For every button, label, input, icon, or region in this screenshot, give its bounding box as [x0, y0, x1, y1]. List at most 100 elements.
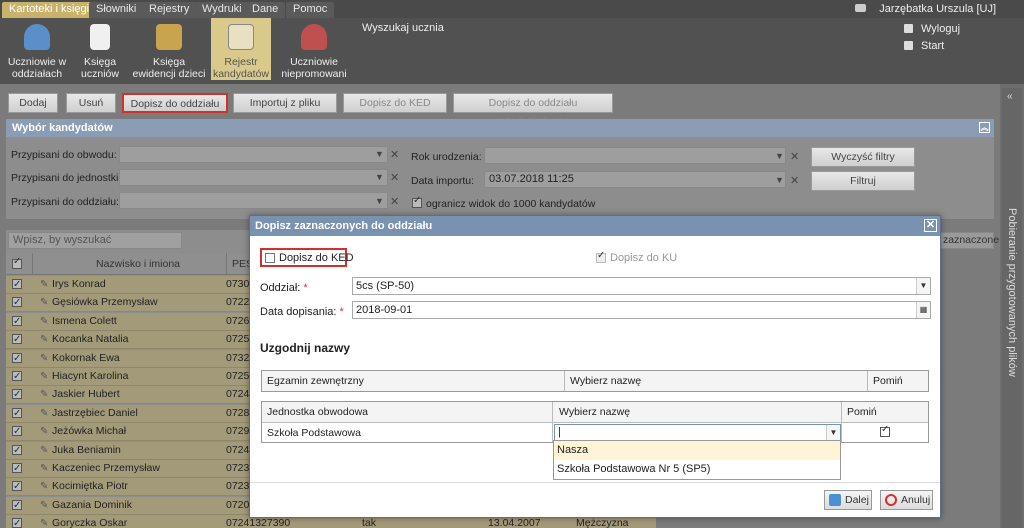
- row-checkbox[interactable]: [12, 368, 22, 385]
- ribbon-button-ksiega-uczniow[interactable]: Księga uczniów: [76, 18, 124, 80]
- row-name: Goryczka Oskar: [52, 517, 128, 528]
- edit-icon[interactable]: ✎: [40, 368, 48, 385]
- files-side-panel[interactable]: « Pobieranie przygotowanych plików: [1002, 88, 1022, 528]
- chevron-down-icon[interactable]: ▼: [375, 196, 384, 206]
- edit-icon[interactable]: ✎: [40, 497, 48, 514]
- search-student-link[interactable]: Wyszukaj ucznia: [362, 22, 444, 34]
- skip-col-header: Pomiń: [847, 406, 877, 418]
- menu-tab-dane[interactable]: Dane: [245, 2, 286, 18]
- column-name-header[interactable]: Nazwisko i imiona: [96, 258, 180, 270]
- row-name: Gazania Dominik: [52, 498, 132, 511]
- edit-icon[interactable]: ✎: [40, 386, 48, 403]
- row-pesel: 0728: [226, 406, 250, 419]
- close-icon[interactable]: ✕: [924, 219, 937, 232]
- edit-icon[interactable]: ✎: [40, 276, 48, 293]
- chevron-down-icon[interactable]: ▼: [775, 151, 784, 161]
- unit-name-combobox[interactable]: | ▼: [554, 424, 841, 441]
- row-checkbox[interactable]: [12, 313, 22, 330]
- grid-search-input[interactable]: Wpisz, by wyszukać: [8, 232, 182, 249]
- row-pesel: 0725: [226, 333, 250, 346]
- clear-filters-button[interactable]: Wyczyść filtry: [811, 147, 915, 167]
- menu-tab-rejestry[interactable]: Rejestry: [142, 2, 197, 18]
- edit-icon[interactable]: ✎: [40, 331, 48, 348]
- row-checkbox[interactable]: [12, 405, 22, 422]
- menu-tab-kartoteki[interactable]: Kartoteki i księgi: [2, 2, 97, 18]
- ribbon-button-uczniowie-niepromowani[interactable]: Uczniowie niepromowani: [280, 18, 348, 80]
- limit-checkbox[interactable]: [412, 195, 422, 208]
- ribbon-button-rejestr-kandydatow[interactable]: Rejestr kandydatów: [211, 18, 271, 80]
- assign-dialog: Dopisz zaznaczonych do oddziału ✕ Dopisz…: [249, 215, 941, 518]
- unit-select[interactable]: [119, 169, 388, 186]
- unit-row-name: Szkoła Podstawowa: [267, 427, 361, 439]
- ribbon-button-ksiega-ewidencji[interactable]: Księga ewidencji dzieci: [132, 18, 206, 80]
- edit-icon[interactable]: ✎: [40, 460, 48, 477]
- row-checkbox[interactable]: [12, 442, 22, 459]
- logout-link[interactable]: Wyloguj: [904, 23, 960, 35]
- import-file-button[interactable]: Importuj z pliku: [233, 93, 337, 113]
- row-checkbox[interactable]: [12, 460, 22, 477]
- clear-icon[interactable]: ✕: [390, 195, 399, 208]
- row-pesel: 0724: [226, 388, 250, 401]
- district-label: Przypisani do obwodu:: [11, 149, 117, 161]
- chevron-down-icon[interactable]: ▼: [375, 172, 384, 182]
- edit-icon[interactable]: ✎: [40, 405, 48, 422]
- import-date-select[interactable]: 03.07.2018 11:25: [484, 171, 786, 188]
- menu-tab-pomoc[interactable]: Pomoc: [286, 2, 335, 18]
- start-link[interactable]: Start: [904, 40, 944, 52]
- row-checkbox[interactable]: [12, 294, 22, 311]
- class-select[interactable]: 5cs (SP-50) ▼: [352, 277, 931, 295]
- expand-icon[interactable]: «: [1007, 91, 1013, 102]
- edit-icon[interactable]: ✎: [40, 423, 48, 440]
- row-checkbox[interactable]: [12, 350, 22, 367]
- chevron-down-icon[interactable]: ▼: [916, 278, 930, 294]
- cancel-button[interactable]: Anuluj: [880, 490, 933, 510]
- edit-icon[interactable]: ✎: [40, 515, 48, 528]
- row-pesel: 0720: [226, 498, 250, 511]
- edit-icon[interactable]: ✎: [40, 313, 48, 330]
- class-select[interactable]: [119, 192, 388, 209]
- dropdown-option[interactable]: Szkoła Podstawowa Nr 5 (SP5): [554, 460, 840, 479]
- clear-icon[interactable]: ✕: [790, 174, 799, 187]
- row-checkbox[interactable]: [12, 515, 22, 528]
- edit-icon[interactable]: ✎: [40, 350, 48, 367]
- row-name: Kocimiętka Piotr: [52, 480, 128, 493]
- clear-icon[interactable]: ✕: [390, 171, 399, 184]
- clear-icon[interactable]: ✕: [390, 148, 399, 161]
- birth-year-select[interactable]: [484, 147, 786, 164]
- assign-to-class-button[interactable]: Dopisz do oddziału: [122, 93, 228, 113]
- clear-icon[interactable]: ✕: [790, 150, 799, 163]
- ked-checkbox[interactable]: [265, 253, 275, 263]
- filter-button[interactable]: Filtruj: [811, 171, 915, 191]
- row-name: Kocanka Natalia: [52, 333, 129, 346]
- edit-icon[interactable]: ✎: [40, 294, 48, 311]
- menu-tab-wydruki[interactable]: Wydruki: [195, 2, 249, 18]
- row-pesel: 0729: [226, 425, 250, 438]
- assign-ked-button[interactable]: Dopisz do KED: [343, 93, 447, 113]
- row-checkbox[interactable]: [12, 276, 22, 293]
- dropdown-option[interactable]: Nasza: [554, 441, 840, 460]
- chevron-down-icon[interactable]: ▼: [375, 149, 384, 159]
- row-checkbox[interactable]: [12, 497, 22, 514]
- edit-icon[interactable]: ✎: [40, 478, 48, 495]
- date-input[interactable]: 2018-09-01 ▦: [352, 301, 931, 319]
- row-checkbox[interactable]: [12, 331, 22, 348]
- ribbon-button-uczniowie-w-oddzialach[interactable]: Uczniowie w oddziałach: [4, 18, 70, 80]
- assign-preschool-button[interactable]: Dopisz do oddziału przedszkolnego: [453, 93, 613, 127]
- skip-checkbox[interactable]: [880, 424, 890, 437]
- chevron-down-icon[interactable]: ▼: [775, 175, 784, 185]
- edit-icon[interactable]: ✎: [40, 442, 48, 459]
- chat-icon[interactable]: [855, 4, 867, 12]
- calendar-icon[interactable]: ▦: [916, 302, 930, 318]
- row-checkbox[interactable]: [12, 478, 22, 495]
- district-select[interactable]: [119, 146, 388, 163]
- add-button[interactable]: Dodaj: [8, 93, 58, 113]
- skip-col-header: Pomiń: [873, 375, 903, 387]
- chevron-down-icon[interactable]: ▼: [826, 425, 840, 440]
- select-all-checkbox[interactable]: [12, 256, 22, 269]
- next-button[interactable]: Dalej: [824, 490, 872, 510]
- menu-tab-slowniki[interactable]: Słowniki: [89, 2, 144, 18]
- row-checkbox[interactable]: [12, 423, 22, 440]
- collapse-icon[interactable]: ︽: [979, 122, 990, 133]
- row-checkbox[interactable]: [12, 386, 22, 403]
- delete-button[interactable]: Usuń: [66, 93, 116, 113]
